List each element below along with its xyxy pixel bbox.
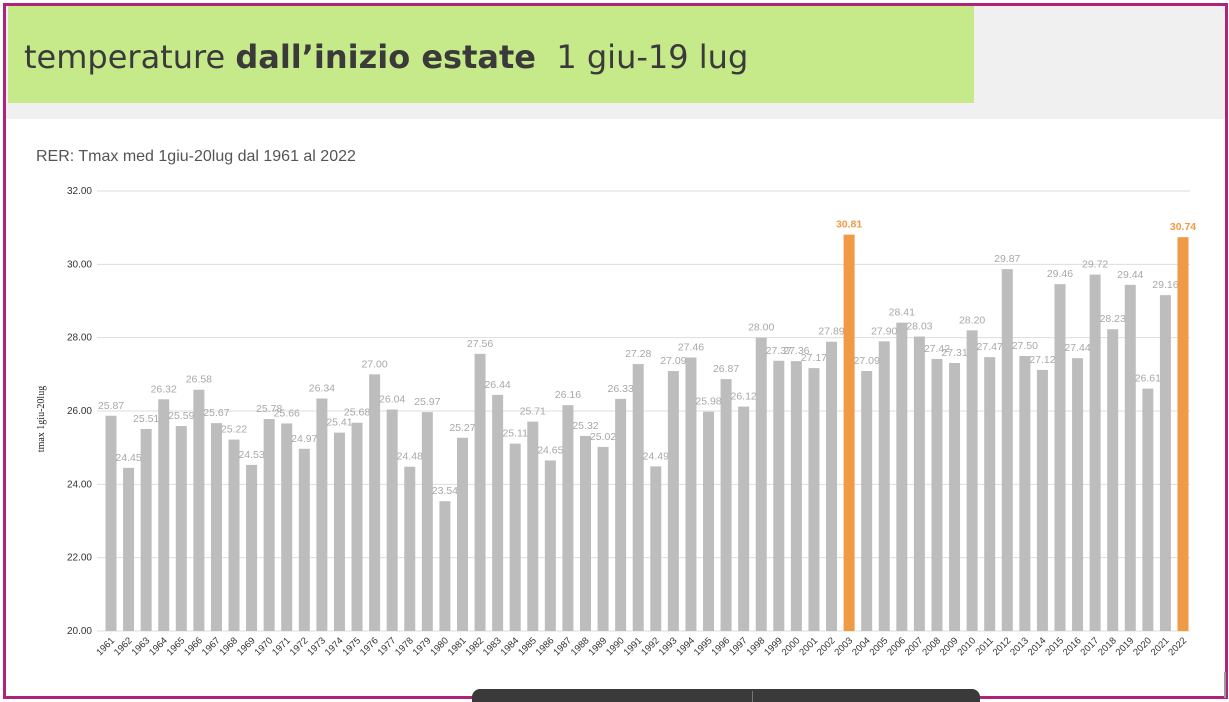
slide-frame xyxy=(3,3,1228,699)
scrollbar-edge xyxy=(1224,672,1226,698)
toolbar-divider xyxy=(752,691,753,702)
presentation-toolbar[interactable] xyxy=(472,689,980,702)
